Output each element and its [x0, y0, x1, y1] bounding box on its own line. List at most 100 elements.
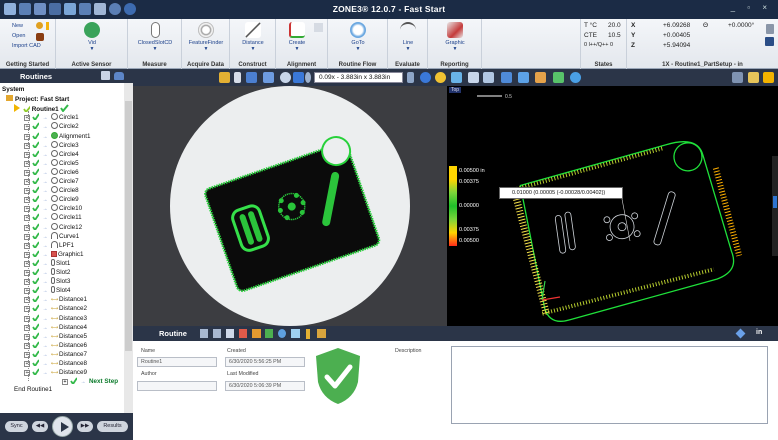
expand-icon[interactable]: + [24, 333, 30, 340]
expand-icon[interactable]: + [24, 197, 30, 204]
create-alignment-button[interactable]: Create ▼ [276, 22, 318, 52]
tree-item[interactable]: + → ⟷Distance4 [24, 323, 87, 332]
expand-icon[interactable]: + [24, 124, 30, 131]
select-icon[interactable] [246, 72, 257, 83]
expand-icon[interactable]: + [24, 370, 30, 377]
tree-item[interactable]: Project: Fast Start [6, 95, 69, 104]
image-icon[interactable] [219, 72, 230, 83]
expand-icon[interactable] [763, 72, 774, 83]
results-button[interactable]: Results [97, 421, 128, 432]
zoom-icon[interactable] [280, 72, 291, 83]
expand-icon[interactable]: + [24, 215, 30, 222]
tree-item[interactable]: + → Alignment1 [24, 131, 91, 141]
cad-deviation-view[interactable]: Top 0.5 0.01000 (0.00005 (-0.00028/0.004… [447, 86, 778, 326]
tree-item[interactable]: + → Next Step [62, 377, 118, 386]
tree-item[interactable]: + → LPF1 [24, 240, 74, 250]
expand-icon[interactable]: + [24, 115, 30, 122]
view-scroll-thumb[interactable] [773, 196, 777, 208]
window-controls[interactable]: _ ▫ × [731, 3, 772, 12]
sync-icon[interactable] [278, 329, 286, 338]
line-tool-icon[interactable] [553, 72, 564, 83]
tree-item[interactable]: + → Circle3 [24, 140, 79, 150]
tree-item[interactable]: + → Slot2 [24, 268, 70, 277]
closed-slot-button[interactable]: ClosedSlotCD ▼ [134, 22, 176, 52]
feature-finder-button[interactable]: FeatureFinder ▼ [185, 22, 227, 52]
expand-icon[interactable]: + [24, 288, 30, 295]
author-field[interactable] [137, 381, 217, 391]
thermometer-icon[interactable] [306, 329, 310, 339]
expand-icon[interactable]: + [24, 342, 30, 349]
tree-item[interactable]: + → Circle6 [24, 167, 79, 177]
expand-icon[interactable]: + [24, 151, 30, 158]
tree-item[interactable]: Routine1 [14, 104, 70, 113]
tree-item[interactable]: + → Circle10 [24, 204, 82, 213]
cte-value[interactable]: 10.5 [608, 32, 621, 39]
tree-scrollbar[interactable] [124, 83, 133, 413]
flow-icon[interactable] [213, 329, 221, 338]
camera-view[interactable] [133, 86, 447, 326]
goto-button[interactable]: GoTo ▼ [337, 22, 379, 52]
tolerance-callout[interactable]: 0.01000 (0.00005 (-0.00028/0.00402)) [499, 187, 623, 199]
tree-item[interactable]: + → Circle7 [24, 177, 79, 186]
expand-icon[interactable]: + [24, 260, 30, 267]
tree-item[interactable]: End Routine1 [14, 386, 52, 395]
expand-icon[interactable]: + [24, 242, 30, 249]
vid-sensor-button[interactable]: Vid ▼ [71, 22, 113, 52]
description-field[interactable] [451, 346, 768, 424]
tree-item[interactable]: + → Curve1 [24, 231, 79, 241]
layers-icon[interactable] [518, 72, 529, 83]
tree-view-icon[interactable] [101, 71, 110, 80]
expand-icon[interactable]: + [24, 160, 30, 167]
settings-icon[interactable] [200, 329, 208, 338]
expand-icon[interactable]: + [62, 379, 68, 386]
tree-item[interactable]: + → Circle4 [24, 149, 79, 159]
tree-item[interactable]: + → Circle8 [24, 186, 79, 195]
graphic-button[interactable]: Graphic ▼ [434, 22, 476, 52]
tree-item[interactable]: + → Slot3 [24, 277, 70, 286]
line-button[interactable]: Line ▼ [387, 22, 429, 52]
temp-value[interactable]: 20.0 [608, 22, 621, 29]
person-icon[interactable] [265, 329, 273, 338]
view-icon[interactable] [451, 72, 462, 83]
name-field[interactable]: Routine1 [137, 357, 217, 367]
circle-tool-icon[interactable] [535, 72, 546, 83]
sphere-icon[interactable] [570, 72, 581, 83]
tree-item[interactable]: + → ⟷Distance8 [24, 359, 87, 368]
tree-item[interactable]: + → Circle5 [24, 158, 79, 168]
expand-icon[interactable]: + [24, 251, 30, 258]
car-view-icon[interactable] [114, 72, 124, 80]
grid-icon[interactable] [263, 72, 274, 83]
fast-forward-button[interactable]: ▶▶ [77, 421, 93, 432]
measure-icon[interactable] [483, 72, 494, 83]
new-button[interactable]: New [12, 23, 23, 29]
tree-item[interactable]: + → Circle2 [24, 122, 79, 131]
tree-item[interactable]: + → Circle11 [24, 213, 82, 222]
tree-item[interactable]: + → ⟷Distance5 [24, 332, 87, 341]
tree-item[interactable]: + → ⟷Distance9 [24, 368, 87, 377]
probe-small-icon[interactable] [766, 24, 774, 34]
cursor-icon[interactable] [234, 72, 241, 83]
expand-icon[interactable]: + [24, 179, 30, 185]
expand-icon[interactable]: + [24, 351, 30, 358]
tree-item[interactable]: + → Slot4 [24, 286, 70, 295]
folder-icon[interactable] [252, 329, 261, 338]
search-icon[interactable] [305, 72, 311, 83]
expand-icon[interactable]: + [24, 224, 30, 231]
alignment-small-icon[interactable] [314, 23, 323, 32]
fit-icon[interactable] [293, 72, 304, 83]
zoom-level-field[interactable]: 0.09x - 3.883in x 3.883in [314, 72, 403, 83]
play-button[interactable] [52, 416, 73, 437]
expand-icon[interactable]: + [24, 306, 30, 313]
expand-icon[interactable]: + [24, 361, 30, 367]
tree-item[interactable]: + → ⟷Distance2 [24, 304, 87, 313]
light-icon[interactable] [435, 72, 446, 83]
expand-icon[interactable]: + [24, 297, 30, 304]
shape-icon[interactable] [501, 72, 512, 83]
pin-icon[interactable] [732, 72, 743, 83]
view-scrollbar[interactable] [772, 156, 778, 256]
scrollbar-thumb[interactable] [125, 101, 132, 351]
import-cad-button[interactable]: Import CAD [12, 43, 41, 49]
chart-icon[interactable] [239, 329, 247, 338]
units-label[interactable]: in [756, 329, 762, 336]
expand-icon[interactable]: + [24, 142, 30, 149]
